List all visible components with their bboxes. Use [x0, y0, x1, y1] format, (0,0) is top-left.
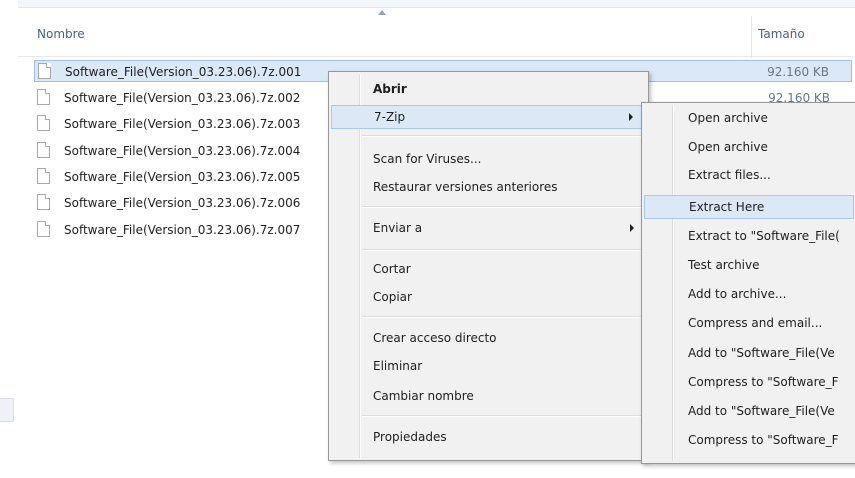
menu-separator [362, 249, 644, 251]
submenu-arrow-icon [630, 224, 634, 232]
menu-item-properties[interactable]: Propiedades [331, 426, 646, 450]
menu-item-label: Cambiar nombre [373, 389, 474, 403]
file-icon [37, 221, 50, 237]
submenu-item-add-to-archive[interactable]: Add to archive... [644, 283, 854, 307]
file-name: Software_File(Version_03.23.06).7z.006 [64, 196, 301, 210]
file-icon [37, 142, 50, 158]
file-size: 92.160 KB [767, 65, 829, 79]
menu-item-7zip[interactable]: 7-Zip [331, 105, 646, 129]
file-name: Software_File(Version_03.23.06).7z.007 [64, 223, 301, 237]
menu-item-label: Test archive [688, 258, 760, 272]
submenu-item-add-to-7z[interactable]: Add to "Software_File(Ve [644, 342, 854, 366]
sort-ascending-icon [378, 10, 386, 15]
submenu-item-compress-email[interactable]: Compress and email... [644, 312, 854, 336]
submenu-7zip: Open archive Open archive Extract files.… [641, 102, 855, 464]
menu-item-create-shortcut[interactable]: Crear acceso directo [331, 327, 646, 351]
submenu-item-test-archive[interactable]: Test archive [644, 254, 854, 278]
file-icon [37, 89, 50, 105]
submenu-item-extract-to[interactable]: Extract to "Software_File( [644, 225, 854, 249]
menu-item-cut[interactable]: Cortar [331, 258, 646, 282]
file-icon [38, 63, 51, 79]
menu-item-label: Scan for Viruses... [373, 152, 482, 166]
submenu-item-add-to-zip[interactable]: Add to "Software_File(Ve [644, 400, 854, 424]
file-name: Software_File(Version_03.23.06).7z.001 [65, 65, 302, 79]
menu-item-label: Add to archive... [688, 287, 787, 301]
pane-resize-handle[interactable] [0, 398, 14, 422]
menu-item-label: Add to "Software_File(Ve [688, 404, 835, 418]
column-header-size[interactable]: Tamaño [758, 27, 805, 41]
column-header-bar: Nombre Tamaño [18, 8, 855, 58]
menu-item-label: 7-Zip [374, 110, 406, 124]
menu-item-label: Compress to "Software_F [688, 433, 839, 447]
submenu-item-extract-here[interactable]: Extract Here [644, 195, 854, 219]
submenu-item-open-archive[interactable]: Open archive [644, 107, 854, 131]
menu-item-label: Open archive [688, 140, 768, 154]
submenu-item-compress-to-7z[interactable]: Compress to "Software_F [644, 371, 854, 395]
menu-item-send-to[interactable]: Enviar a [331, 217, 646, 241]
menu-separator [362, 316, 644, 318]
menu-item-label: Enviar a [373, 221, 423, 235]
menu-item-label: Open archive [688, 111, 768, 125]
menu-item-label: Copiar [373, 290, 412, 304]
menu-item-scan-viruses[interactable]: Scan for Viruses... [331, 148, 646, 172]
file-name: Software_File(Version_03.23.06).7z.004 [64, 144, 301, 158]
menu-item-label: Crear acceso directo [373, 331, 497, 345]
column-divider[interactable] [751, 16, 752, 58]
column-header-name[interactable]: Nombre [37, 27, 85, 41]
navigation-pane-edge [0, 0, 18, 478]
menu-item-label: Propiedades [373, 430, 447, 444]
context-menu: Abrir 7-Zip Scan for Viruses... Restaura… [328, 71, 649, 461]
submenu-arrow-icon [629, 113, 633, 121]
menu-item-label: Extract files... [688, 168, 771, 182]
submenu-item-open-archive-2[interactable]: Open archive [644, 136, 854, 160]
menu-separator [362, 135, 644, 137]
menu-item-label: Extract to "Software_File( [688, 229, 840, 243]
menu-item-rename[interactable]: Cambiar nombre [331, 385, 646, 409]
menu-item-label: Add to "Software_File(Ve [688, 346, 835, 360]
menu-separator [362, 415, 644, 417]
menu-item-restore-versions[interactable]: Restaurar versiones anteriores [331, 176, 646, 200]
menu-item-label: Extract Here [689, 200, 765, 214]
file-name: Software_File(Version_03.23.06).7z.002 [64, 91, 301, 105]
menu-item-label: Eliminar [373, 359, 423, 373]
menu-item-label: Abrir [373, 82, 407, 96]
submenu-item-extract-files[interactable]: Extract files... [644, 164, 854, 188]
file-name: Software_File(Version_03.23.06).7z.005 [64, 170, 301, 184]
file-name: Software_File(Version_03.23.06).7z.003 [64, 117, 301, 131]
menu-item-copy[interactable]: Copiar [331, 286, 646, 310]
file-icon [37, 194, 50, 210]
menu-item-label: Compress and email... [688, 316, 823, 330]
toolbar-edge [18, 0, 855, 8]
menu-item-abrir[interactable]: Abrir [331, 78, 646, 102]
menu-item-delete[interactable]: Eliminar [331, 355, 646, 379]
menu-item-label: Restaurar versiones anteriores [373, 180, 558, 194]
menu-item-label: Compress to "Software_F [688, 375, 839, 389]
submenu-item-compress-to-zip[interactable]: Compress to "Software_F [644, 429, 854, 453]
menu-separator [362, 206, 644, 208]
menu-item-label: Cortar [373, 262, 411, 276]
file-icon [37, 115, 50, 131]
file-icon [37, 168, 50, 184]
